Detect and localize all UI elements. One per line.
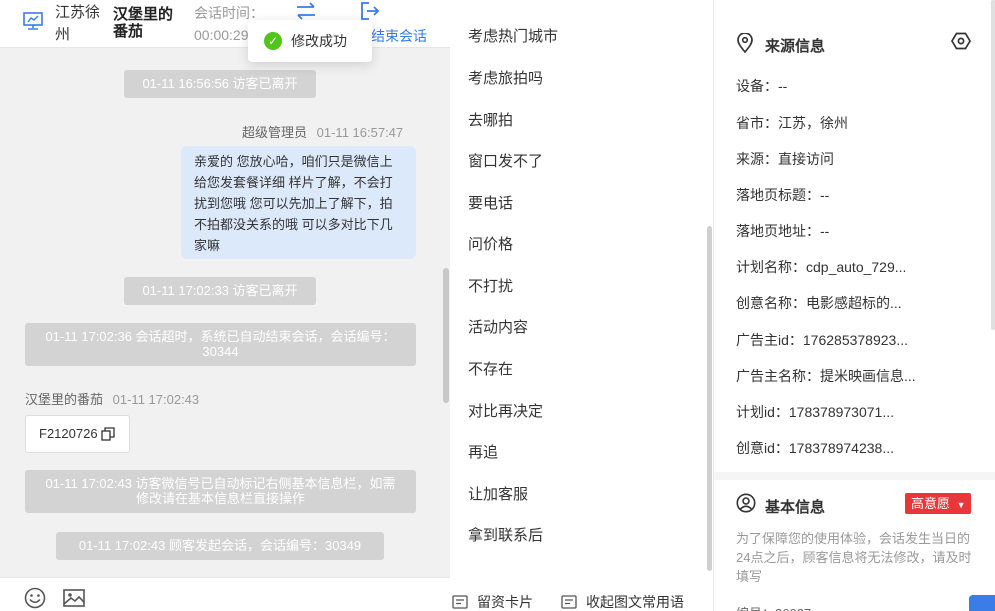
phrase-item[interactable]: 拿到联系后 [468, 524, 543, 545]
phrase-item[interactable]: 再追 [468, 441, 498, 462]
visitor-message-bubble[interactable]: F2120726 [25, 415, 130, 453]
visitor-code-text: F2120726 [39, 426, 98, 441]
session-time-value: 00:00:29 [194, 27, 249, 43]
message-meta: 超级管理员 01-11 16:57:47 [242, 122, 403, 141]
monitor-icon [23, 12, 43, 30]
chat-panel: 01-11 16:56:56 访客已离开 超级管理员 01-11 16:57:4… [0, 0, 450, 611]
user-circle-icon [736, 493, 756, 513]
phrase-item[interactable]: 窗口发不了 [468, 150, 543, 171]
phrase-item[interactable]: 不打扰 [468, 275, 513, 296]
agent-message-bubble: 亲爱的 您放心哈，咱们只是微信上给您发套餐详细 样片了解，不会打扰到您哦 您可以… [181, 146, 416, 259]
phrase-item[interactable]: 活动内容 [468, 316, 528, 337]
end-session-button[interactable]: 结束会话 [370, 26, 427, 46]
info-landing-url: 落地页地址：-- [736, 223, 830, 239]
system-message: 01-11 16:56:56 访客已离开 [124, 70, 316, 98]
toast-text: 修改成功 [291, 33, 347, 49]
info-scrollbar[interactable] [991, 0, 995, 330]
image-icon[interactable] [62, 587, 86, 609]
phrase-item[interactable]: 对比再决定 [468, 400, 543, 421]
message-time: 01-11 17:02:43 [112, 392, 200, 407]
card-icon [452, 595, 468, 609]
intent-badge[interactable]: 高意愿 ▼ [905, 493, 971, 514]
check-circle-icon: ✓ [264, 32, 282, 50]
info-serial-number: 编号：26027 [736, 603, 811, 611]
message-meta: 汉堡里的番茄 01-11 17:02:43 [25, 389, 199, 408]
side-float-button[interactable] [969, 595, 995, 611]
message-time: 01-11 16:57:47 [316, 125, 404, 140]
visitor-location: 江苏徐州 [55, 4, 101, 43]
phrase-item[interactable]: 考虑热门城市 [468, 25, 558, 46]
info-landing-title: 落地页标题：-- [736, 187, 830, 203]
system-message: 01-11 17:02:33 访客已离开 [124, 277, 316, 305]
visitor-name: 汉堡里的番茄 [113, 6, 174, 40]
info-plan-id: 计划id：178378973071... [736, 404, 894, 420]
transfer-icon[interactable] [294, 1, 318, 21]
info-device: 设备：-- [736, 78, 788, 94]
info-advertiser-name: 广告主名称：提米映画信息... [736, 368, 916, 384]
system-message: 01-11 17:02:36 会话超时，系统已自动结束会话，会话编号：30344 [25, 323, 416, 366]
lead-card-button[interactable]: 留资卡片 [452, 592, 533, 611]
sender-name: 超级管理员 [242, 125, 308, 140]
info-province-city: 省市：江苏，徐州 [736, 115, 848, 131]
phrase-item[interactable]: 考虑旅拍吗 [468, 67, 543, 88]
location-pin-icon [737, 33, 753, 53]
message-icon [561, 595, 577, 609]
phrase-item[interactable]: 不存在 [468, 358, 513, 379]
quick-phrases-panel [450, 0, 714, 611]
emoji-icon[interactable] [24, 587, 46, 609]
chat-scrollbar[interactable] [443, 268, 449, 403]
copy-icon[interactable] [101, 427, 115, 441]
success-toast: ✓ 修改成功 [248, 20, 372, 62]
system-message: 01-11 17:02:43 顾客发起会话，会话编号：30349 [56, 532, 384, 560]
collapse-phrases-button[interactable]: 收起图文常用语 [561, 592, 684, 611]
logout-icon[interactable] [360, 1, 380, 21]
info-source: 来源：直接访问 [736, 151, 834, 167]
edit-deadline-hint: 为了保障您的使用体验，会话发生当日的24点之后，顾客信息将无法修改，请及时填写 [736, 531, 972, 584]
info-creative-name: 创意名称：电影感超标的... [736, 295, 902, 311]
source-info-title: 来源信息 [765, 38, 826, 55]
lead-card-label: 留资卡片 [477, 594, 533, 610]
info-creative-id: 创意id：178378974238... [736, 440, 894, 456]
info-plan-name: 计划名称：cdp_auto_729... [736, 259, 907, 275]
settings-icon[interactable] [951, 31, 971, 51]
system-message: 01-11 17:02:43 访客微信号已自动标记右侧基本信息栏，如需修改请在基… [25, 470, 416, 513]
section-divider [714, 472, 995, 480]
phrase-item[interactable]: 让加客服 [468, 483, 528, 504]
sender-name: 汉堡里的番茄 [25, 392, 104, 407]
phrases-scrollbar[interactable] [707, 226, 712, 571]
phrase-item[interactable]: 问价格 [468, 233, 513, 254]
intent-badge-label: 高意愿 [911, 496, 951, 511]
caret-down-icon: ▼ [956, 500, 966, 510]
info-advertiser-id: 广告主id：176285378923... [736, 332, 908, 348]
phrase-item[interactable]: 要电话 [468, 192, 513, 213]
basic-info-title: 基本信息 [765, 499, 826, 516]
collapse-phrases-label: 收起图文常用语 [586, 594, 684, 610]
phrase-item[interactable]: 去哪拍 [468, 109, 513, 130]
